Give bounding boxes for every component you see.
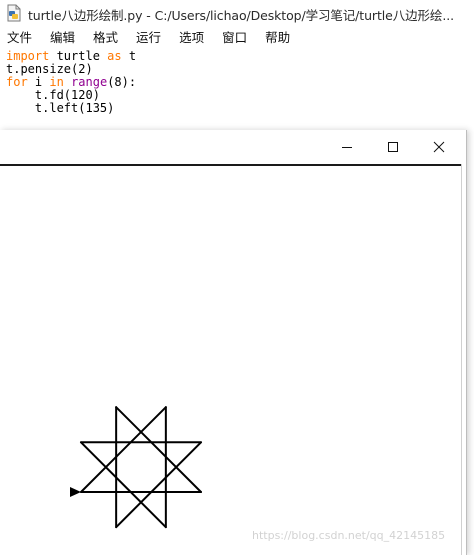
- code-line: t.left(135): [6, 102, 136, 115]
- turtle-stroke: [80, 406, 167, 493]
- code-text: (8):: [107, 75, 137, 89]
- code-text: t.pensize(2): [6, 62, 93, 76]
- code-text: t.left(135): [6, 101, 115, 115]
- code-text: t: [121, 49, 137, 63]
- python-file-icon: [7, 4, 21, 22]
- code-keyword: in: [49, 75, 64, 89]
- menu-help[interactable]: 帮助: [259, 28, 290, 48]
- code-keyword: import: [6, 49, 50, 63]
- menu-options[interactable]: 选项: [173, 28, 204, 48]
- turtle-cursor-icon: [70, 487, 81, 497]
- code-text: i: [27, 75, 50, 89]
- code-text: t.fd(120): [6, 88, 100, 102]
- close-icon: [433, 141, 445, 153]
- code-editor[interactable]: import turtle as t t.pensize(2) for i in r…: [6, 50, 136, 115]
- code-keyword: for: [6, 75, 28, 89]
- code-builtin: range: [71, 75, 108, 89]
- maximize-icon: [388, 142, 398, 152]
- maximize-button[interactable]: [370, 130, 416, 164]
- canvas-right-border: [461, 164, 462, 555]
- menu-format[interactable]: 格式: [87, 28, 118, 48]
- turtle-stroke: [115, 441, 202, 529]
- close-button[interactable]: [416, 130, 462, 164]
- octagram-drawing: [70, 406, 202, 529]
- code-text: turtle: [49, 49, 108, 63]
- turtle-stroke: [80, 441, 167, 529]
- editor-titlebar[interactable]: turtle八边形绘制.py - C:/Users/lichao/Desktop…: [0, 0, 474, 26]
- menu-run[interactable]: 运行: [130, 28, 161, 48]
- editor-title: turtle八边形绘制.py - C:/Users/lichao/Desktop…: [28, 8, 454, 23]
- menu-bar: 文件 编辑 格式 运行 选项 窗口 帮助: [0, 28, 474, 48]
- minimize-icon: [342, 147, 352, 148]
- turtle-titlebar[interactable]: [0, 130, 466, 164]
- menu-file[interactable]: 文件: [1, 28, 32, 48]
- turtle-stroke: [115, 406, 202, 493]
- watermark-text: https://blog.csdn.net/qq_42145185: [252, 529, 446, 542]
- menu-edit[interactable]: 编辑: [44, 28, 75, 48]
- menu-window[interactable]: 窗口: [216, 28, 247, 48]
- turtle-canvas[interactable]: [0, 166, 461, 555]
- code-keyword: as: [107, 49, 122, 63]
- minimize-button[interactable]: [324, 130, 370, 164]
- turtle-graphics-window: https://blog.csdn.net/qq_42145185: [0, 130, 467, 555]
